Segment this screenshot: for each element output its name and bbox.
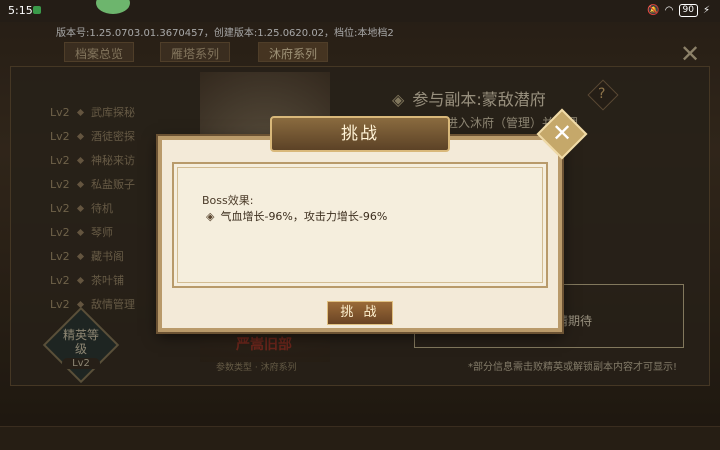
- diamond-bullet-icon: ◈: [206, 210, 215, 223]
- challenge-button[interactable]: 挑 战: [327, 301, 393, 325]
- boss-info-box: [172, 162, 548, 288]
- mute-icon: 🔕: [647, 5, 660, 16]
- clock: 5:15: [8, 4, 33, 17]
- dialog-title: 挑战: [270, 116, 450, 152]
- app-notification-icon: [33, 6, 41, 14]
- charging-icon: ⚡: [702, 5, 710, 16]
- boss-effect-text: 气血增长-96%，攻击力增长-96%: [220, 210, 388, 223]
- boss-effect-label: Boss效果:: [202, 194, 254, 207]
- wifi-icon: ◠: [664, 5, 674, 16]
- battery-icon: 90: [678, 4, 698, 17]
- close-icon[interactable]: ✕: [548, 118, 576, 148]
- status-icons: 🔕 ◠ 90 ⚡: [647, 4, 710, 17]
- boss-effect-row: ◈ 气血增长-96%，攻击力增长-96%: [206, 208, 387, 224]
